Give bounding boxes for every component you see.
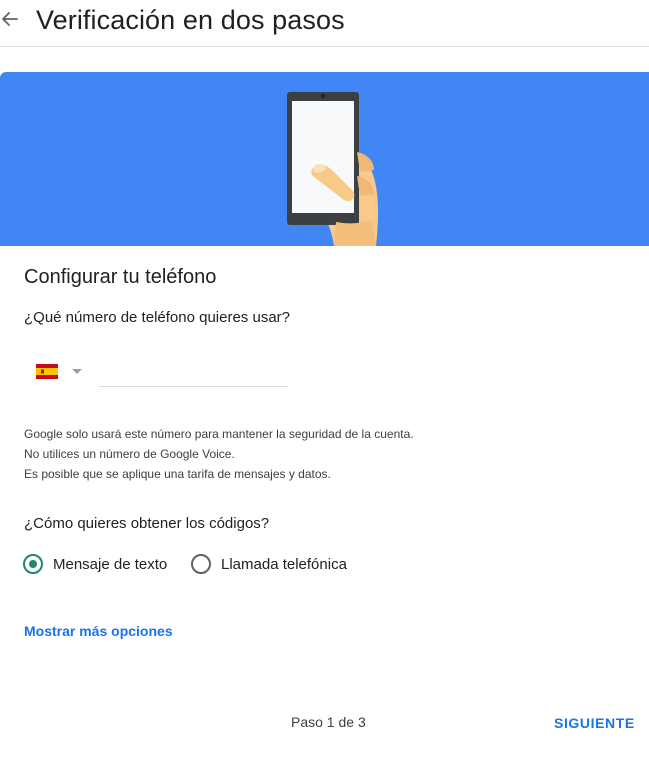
radio-text-message[interactable]: Mensaje de texto (23, 553, 167, 575)
phone-in-hand-illustration (287, 92, 379, 246)
hero-banner (0, 72, 649, 246)
radio-label: Llamada telefónica (221, 555, 347, 573)
country-selector[interactable] (34, 362, 86, 382)
radio-phone-call[interactable]: Llamada telefónica (191, 553, 347, 575)
note-line: Es posible que se aplique una tarifa de … (24, 467, 331, 481)
page-title: Verificación en dos pasos (36, 5, 345, 35)
phone-question: ¿Qué número de teléfono quieres usar? (24, 309, 290, 326)
note-line: Google solo usará este número para mante… (24, 427, 414, 441)
step-indicator: Paso 1 de 3 (291, 714, 366, 730)
section-title: Configurar tu teléfono (24, 266, 217, 288)
radio-unchecked-icon[interactable] (191, 554, 211, 574)
codes-question: ¿Cómo quieres obtener los códigos? (24, 515, 270, 532)
app-header: Verificación en dos pasos (0, 0, 649, 47)
note-line: No utilices un número de Google Voice. (24, 447, 235, 461)
show-more-options-link[interactable]: Mostrar más opciones (24, 623, 173, 639)
phone-number-input[interactable] (99, 360, 288, 387)
caret-down-icon (72, 369, 82, 374)
spain-flag-icon (36, 364, 58, 379)
phone-notes: Google solo usará este número para mante… (24, 424, 414, 484)
back-arrow-icon[interactable] (0, 6, 20, 32)
next-button[interactable]: SIGUIENTE (550, 710, 639, 736)
radio-label: Mensaje de texto (53, 555, 168, 573)
radio-checked-icon[interactable] (23, 554, 43, 574)
